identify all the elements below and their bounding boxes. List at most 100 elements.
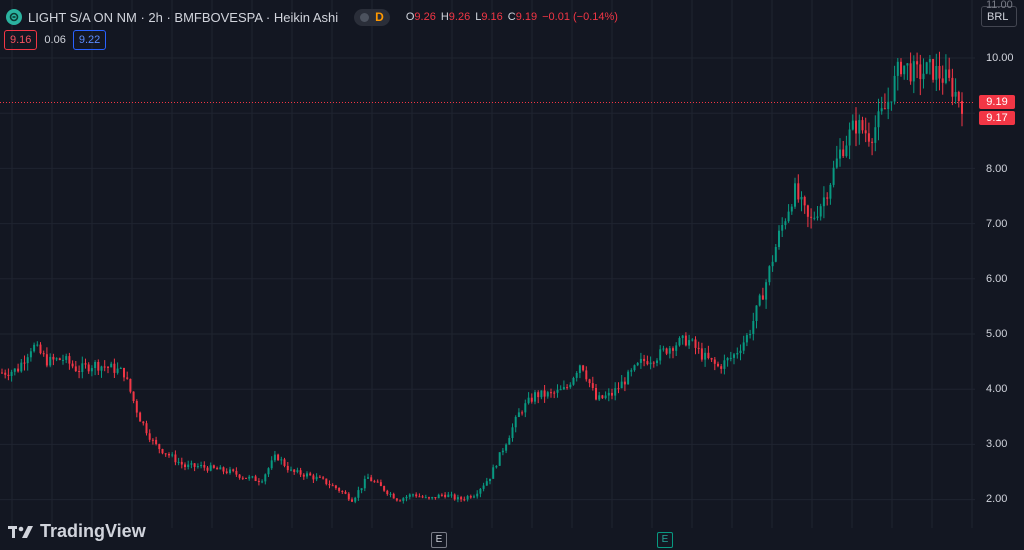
earnings-event-marker-upcoming[interactable]: E xyxy=(657,532,673,548)
candle-body xyxy=(312,475,315,480)
candle-body xyxy=(119,368,122,369)
candle-body xyxy=(816,216,819,218)
candle-body xyxy=(569,384,572,388)
candle-body xyxy=(161,449,164,454)
candle-body xyxy=(543,390,546,397)
candle-body xyxy=(367,477,369,479)
candle-body xyxy=(700,348,703,360)
candle-body xyxy=(392,493,395,499)
candle-body xyxy=(151,439,154,441)
candle-body xyxy=(225,471,228,473)
candle-body xyxy=(835,158,838,168)
tradingview-logo[interactable]: TradingView xyxy=(8,521,146,542)
candle-body xyxy=(957,92,960,101)
candle-body xyxy=(694,339,697,348)
candle-body xyxy=(941,78,944,83)
candle-body xyxy=(267,468,270,475)
candle-body xyxy=(113,363,116,373)
candle-body xyxy=(4,372,7,375)
candle-body xyxy=(508,438,511,445)
candle-body xyxy=(575,373,578,378)
candle-body xyxy=(883,108,886,110)
candle-body xyxy=(399,500,402,502)
candle-body xyxy=(251,476,254,478)
candle-body xyxy=(286,465,289,471)
candle-body xyxy=(463,499,466,501)
low-value: L9.16 xyxy=(475,11,503,23)
candle-body xyxy=(736,353,739,355)
candle-body xyxy=(752,321,755,334)
candle-body xyxy=(627,371,630,385)
candle-body xyxy=(778,230,780,247)
candle-body xyxy=(232,469,235,471)
buy-button[interactable]: 9.22 xyxy=(72,30,107,50)
candle-body xyxy=(646,361,649,365)
candle-body xyxy=(665,348,668,354)
candle-body xyxy=(100,366,103,371)
candle-body xyxy=(123,368,125,378)
candle-body xyxy=(135,401,138,413)
candle-body xyxy=(235,470,238,475)
candle-body xyxy=(729,357,732,359)
candle-body xyxy=(473,496,475,498)
candle-body xyxy=(71,363,74,367)
candle-body xyxy=(916,61,919,65)
candle-body xyxy=(704,352,707,360)
candle-body xyxy=(412,494,414,496)
candle-body xyxy=(662,348,665,350)
candle-body xyxy=(691,339,694,341)
candle-body xyxy=(363,478,366,489)
candle-body xyxy=(460,497,463,500)
candle-body xyxy=(810,216,813,218)
price-chart[interactable] xyxy=(0,0,1024,550)
candle-body xyxy=(591,383,594,388)
candle-body xyxy=(636,363,639,366)
candle-body xyxy=(534,392,536,402)
candle-body xyxy=(877,111,880,128)
candle-body xyxy=(357,490,360,498)
candle-body xyxy=(842,149,845,157)
candle-body xyxy=(620,381,623,389)
symbol-logo-icon[interactable] xyxy=(6,9,22,25)
candle-body xyxy=(839,149,841,159)
candle-body xyxy=(790,206,793,212)
candle-body xyxy=(155,439,158,444)
candle-body xyxy=(440,494,443,496)
candle-body xyxy=(39,344,42,354)
candle-body xyxy=(954,92,957,97)
candle-body xyxy=(717,363,719,367)
candle-body xyxy=(62,359,64,361)
candle-body xyxy=(434,497,437,499)
candle-body xyxy=(925,62,928,74)
candle-body xyxy=(184,464,186,467)
candle-body xyxy=(944,69,947,83)
symbol-title[interactable]: LIGHT S/A ON NM · 2h · BMFBOVESPA · Heik… xyxy=(28,10,338,25)
candle-body xyxy=(733,354,735,358)
candle-body xyxy=(829,184,832,199)
candle-body xyxy=(45,354,48,366)
earnings-event-marker[interactable]: E xyxy=(431,532,447,548)
candle-body xyxy=(177,461,180,463)
candle-body xyxy=(652,362,655,364)
candle-body xyxy=(482,485,485,489)
axis-label-3: 3.00 xyxy=(986,438,1008,450)
last-price-tag: 9.19 xyxy=(979,95,1015,109)
candle-body xyxy=(623,381,626,385)
candle-body xyxy=(110,363,113,368)
candle-body xyxy=(78,371,81,372)
candle-body xyxy=(659,349,662,361)
sell-button[interactable]: 9.16 xyxy=(4,30,38,50)
data-status-badge[interactable]: D xyxy=(354,8,390,26)
candle-body xyxy=(293,469,296,472)
candle-body xyxy=(479,488,482,494)
candle-body xyxy=(81,363,84,372)
candle-body xyxy=(521,412,524,414)
axis-label-5: 5.00 xyxy=(986,328,1008,340)
candle-body xyxy=(212,465,215,468)
axis-label-7: 7.00 xyxy=(986,218,1008,230)
candle-body xyxy=(222,467,225,472)
candle-body xyxy=(678,338,681,346)
candle-body xyxy=(209,465,212,471)
candle-body xyxy=(65,356,68,360)
candle-body xyxy=(129,378,132,392)
